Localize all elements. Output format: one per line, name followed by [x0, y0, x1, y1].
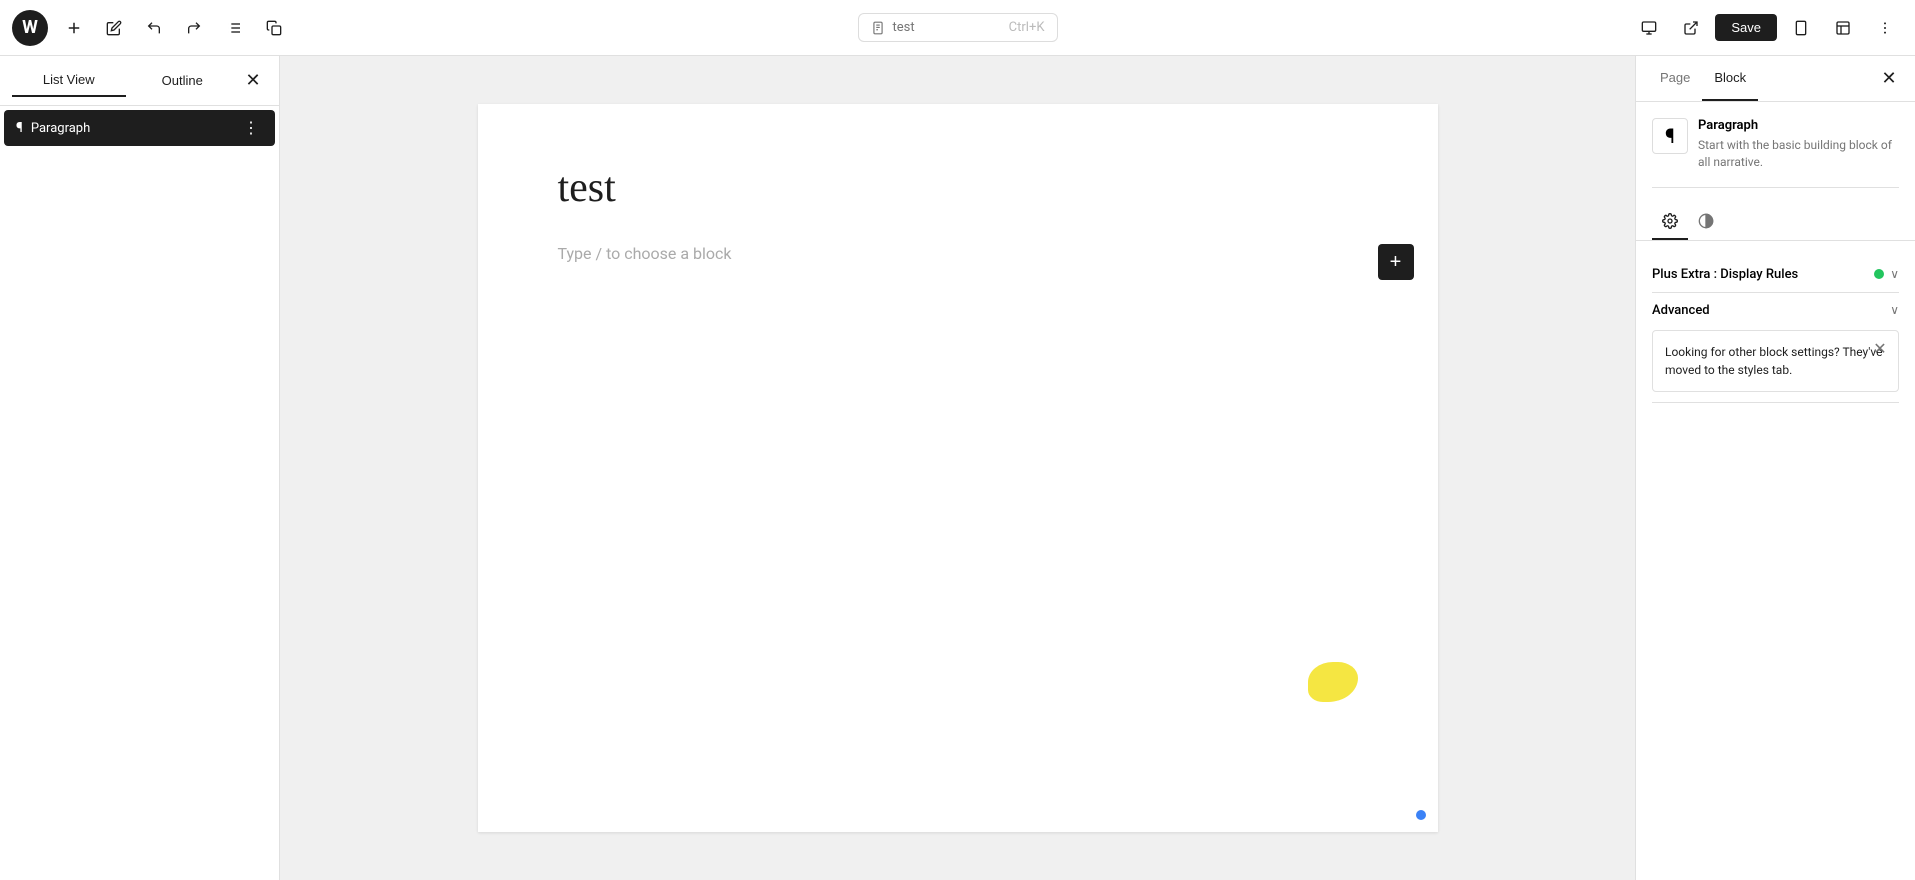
editor-placeholder[interactable]: Type / to choose a block [558, 244, 1358, 263]
block-info-title: Paragraph [1698, 118, 1899, 133]
left-panel: List View Outline ✕ ¶ Paragraph ⋮ [0, 56, 280, 880]
paragraph-icon: ¶ [16, 120, 23, 136]
tab-list-view[interactable]: List View [12, 64, 126, 97]
advanced-section: Advanced ∨ Looking for other block setti… [1652, 293, 1899, 403]
copy-button[interactable] [256, 10, 292, 46]
tab-page[interactable]: Page [1648, 56, 1702, 101]
yellow-blob [1308, 662, 1358, 702]
block-info-description: Start with the basic building block of a… [1698, 137, 1899, 171]
display-rules-chevron: ∨ [1890, 267, 1899, 281]
editor-title[interactable]: test [558, 164, 1358, 212]
paragraph-block-icon: ¶ [1665, 124, 1675, 148]
tab-outline[interactable]: Outline [126, 65, 240, 96]
wp-logo[interactable]: W [12, 10, 48, 46]
notification-text: Looking for other block settings? They'v… [1665, 345, 1883, 377]
display-rules-label: Plus Extra : Display Rules [1652, 267, 1798, 282]
add-block-toolbar-button[interactable] [56, 10, 92, 46]
block-settings-tabs [1636, 204, 1915, 241]
display-rules-row[interactable]: Plus Extra : Display Rules ∨ [1652, 257, 1899, 293]
notification-box: Looking for other block settings? They'v… [1652, 330, 1899, 392]
list-item-more-button[interactable]: ⋮ [239, 116, 263, 140]
left-panel-header: List View Outline ✕ [0, 56, 279, 106]
command-palette-text: test [893, 20, 915, 35]
editor-area[interactable]: test Type / to choose a block + [280, 56, 1635, 880]
editor-canvas: test Type / to choose a block + [478, 104, 1438, 832]
display-rules-status-dot [1874, 269, 1884, 279]
command-palette-shortcut: Ctrl+K [1009, 20, 1045, 35]
view-button[interactable] [1631, 10, 1667, 46]
notification-close-button[interactable]: ✕ [1870, 339, 1890, 359]
right-panel-close-button[interactable]: ✕ [1875, 65, 1903, 93]
right-panel: Page Block ✕ ¶ Paragraph Start with the … [1635, 56, 1915, 880]
list-view-toolbar-button[interactable] [216, 10, 252, 46]
mobile-preview-button[interactable] [1783, 10, 1819, 46]
save-button[interactable]: Save [1715, 14, 1777, 41]
left-panel-close-button[interactable]: ✕ [239, 67, 267, 95]
more-options-button[interactable] [1867, 10, 1903, 46]
list-view-items: ¶ Paragraph ⋮ [0, 106, 279, 150]
block-info-icon: ¶ [1652, 118, 1688, 154]
right-panel-header: Page Block ✕ [1636, 56, 1915, 102]
block-info: ¶ Paragraph Start with the basic buildin… [1652, 118, 1899, 188]
right-panel-body: ¶ Paragraph Start with the basic buildin… [1636, 102, 1915, 880]
template-button[interactable] [1825, 10, 1861, 46]
toolbar-center: test Ctrl+K [858, 13, 1058, 42]
toolbar-left: W [12, 10, 1627, 46]
list-item-paragraph[interactable]: ¶ Paragraph ⋮ [4, 110, 275, 146]
undo-button[interactable] [136, 10, 172, 46]
toolbar: W test Ctrl+K Sav [0, 0, 1915, 56]
add-block-button[interactable]: + [1378, 244, 1414, 280]
main-area: List View Outline ✕ ¶ Paragraph ⋮ test T… [0, 56, 1915, 880]
advanced-title: Advanced [1652, 303, 1710, 318]
external-link-button[interactable] [1673, 10, 1709, 46]
blue-dot [1416, 810, 1426, 820]
block-settings-tab[interactable] [1652, 204, 1688, 240]
block-styles-tab[interactable] [1688, 204, 1724, 240]
advanced-header[interactable]: Advanced ∨ [1652, 303, 1899, 318]
block-info-text: Paragraph Start with the basic building … [1698, 118, 1899, 171]
advanced-chevron: ∨ [1890, 303, 1899, 317]
tab-block[interactable]: Block [1702, 56, 1758, 101]
toolbar-right: Save [1631, 10, 1903, 46]
block-container: Type / to choose a block + [558, 244, 1358, 263]
list-item-label: Paragraph [31, 121, 231, 136]
edit-button[interactable] [96, 10, 132, 46]
redo-button[interactable] [176, 10, 212, 46]
display-rules-right: ∨ [1874, 267, 1899, 281]
command-palette[interactable]: test Ctrl+K [858, 13, 1058, 42]
